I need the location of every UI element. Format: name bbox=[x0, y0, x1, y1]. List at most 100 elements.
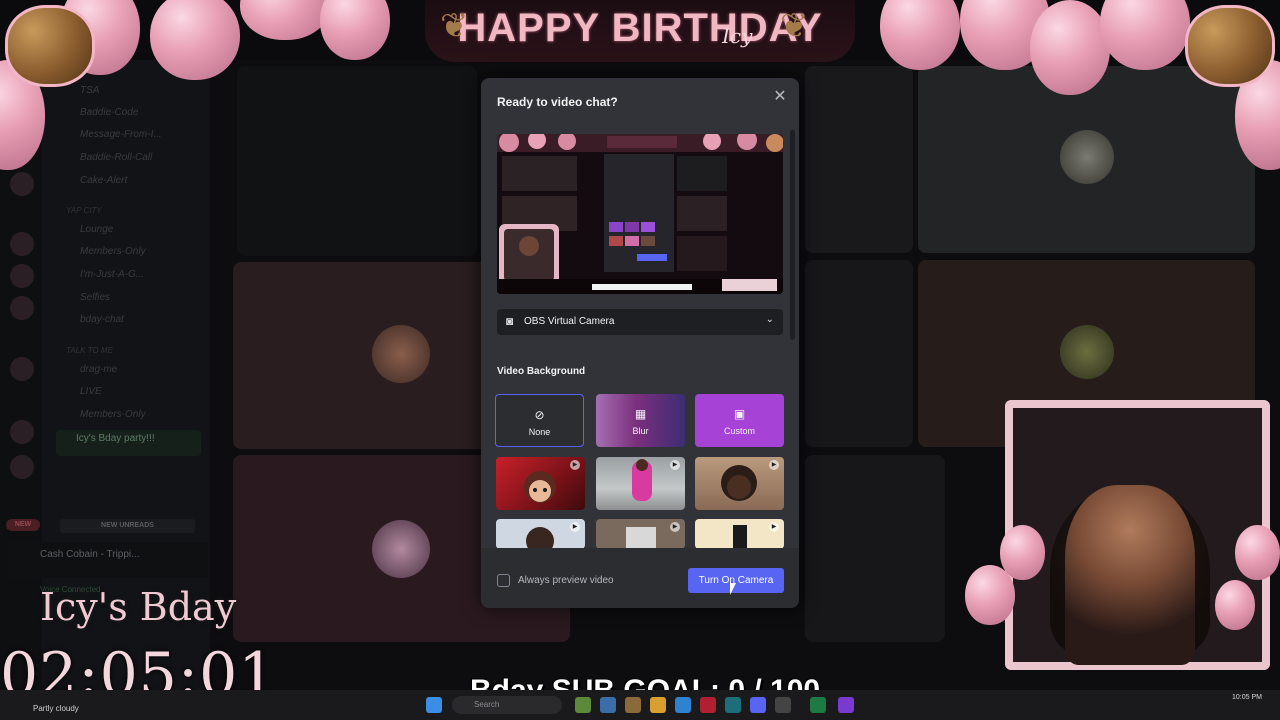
balloon-decoration bbox=[1235, 525, 1280, 580]
balloon-decoration bbox=[150, 0, 240, 80]
play-icon: ▶ bbox=[769, 522, 779, 532]
background-thumbnail[interactable]: ▶ bbox=[596, 457, 685, 510]
participant-avatar bbox=[1060, 325, 1114, 379]
balloon-decoration bbox=[240, 0, 330, 40]
camera-preview bbox=[497, 134, 783, 294]
camera-icon: ◙ bbox=[506, 314, 514, 328]
play-icon: ▶ bbox=[670, 460, 680, 470]
background-thumbnail[interactable]: ▶ bbox=[695, 457, 784, 510]
channel-item: Baddie-Code bbox=[80, 107, 139, 118]
video-tile bbox=[805, 260, 913, 447]
balloon-decoration bbox=[1000, 525, 1045, 580]
play-icon: ▶ bbox=[570, 460, 580, 470]
background-thumbnail[interactable]: ▶ bbox=[596, 519, 685, 549]
channel-category: YAP CITY bbox=[66, 206, 102, 215]
banner-signature: Icy bbox=[722, 24, 753, 48]
always-preview-checkbox[interactable] bbox=[497, 574, 510, 587]
channel-item: Selfies bbox=[80, 292, 111, 303]
camera-select[interactable]: ◙ OBS Virtual Camera ⌄ bbox=[497, 309, 783, 335]
background-option-label: Blur bbox=[632, 426, 649, 436]
leopard-heart-decoration bbox=[5, 5, 95, 87]
app-icon[interactable] bbox=[700, 697, 716, 713]
webcam-person bbox=[1065, 485, 1195, 665]
now-playing-panel bbox=[8, 542, 208, 578]
video-tile bbox=[805, 455, 945, 642]
browser-icon[interactable] bbox=[675, 697, 691, 713]
voice-channel-name: Icy's Bday party!!! bbox=[76, 433, 155, 444]
background-thumbnail[interactable]: ▶ bbox=[695, 519, 784, 549]
close-icon[interactable]: ✕ bbox=[771, 88, 789, 106]
background-thumbnail[interactable]: ▶ bbox=[496, 519, 585, 549]
channel-item: Lounge bbox=[80, 224, 114, 235]
play-icon: ▶ bbox=[570, 522, 580, 532]
channel-item: bday-chat bbox=[80, 314, 124, 325]
camera-select-value: OBS Virtual Camera bbox=[524, 316, 615, 327]
server-icon bbox=[10, 420, 34, 444]
server-icon bbox=[10, 232, 34, 256]
obs-icon[interactable] bbox=[775, 697, 791, 713]
video-background-label: Video Background bbox=[497, 366, 586, 377]
app-icon[interactable] bbox=[625, 697, 641, 713]
channel-item: drag-me bbox=[80, 364, 118, 375]
participant-avatar bbox=[372, 520, 430, 578]
stream-title: Icy's Bday bbox=[40, 585, 237, 629]
app-icon[interactable] bbox=[575, 697, 591, 713]
system-clock[interactable]: 10:05 PM bbox=[1232, 694, 1262, 701]
channel-item: I'm-Just-A-G... bbox=[80, 269, 145, 280]
turn-on-camera-button[interactable]: Turn On Camera bbox=[688, 568, 784, 593]
mouse-cursor-icon bbox=[730, 583, 736, 595]
screen-share-tile bbox=[237, 66, 477, 256]
balloon-decoration bbox=[1215, 580, 1255, 630]
channel-item: Cake-Alert bbox=[80, 175, 128, 186]
now-playing-title: Cash Cobain - Trippi... bbox=[40, 549, 140, 560]
video-tile bbox=[805, 66, 913, 253]
discord-icon[interactable] bbox=[750, 697, 766, 713]
new-unreads-bar: NEW UNREADS bbox=[60, 519, 195, 533]
participant-avatar bbox=[1060, 130, 1114, 184]
background-option-custom[interactable]: ▣ Custom bbox=[695, 394, 784, 447]
server-icon bbox=[10, 296, 34, 320]
server-icon bbox=[10, 357, 34, 381]
taskbar-search-placeholder: Search bbox=[474, 700, 500, 709]
app-icon[interactable] bbox=[725, 697, 741, 713]
chevron-down-icon: ⌄ bbox=[765, 314, 774, 325]
blur-icon: ▦ bbox=[634, 407, 647, 421]
background-option-label: None bbox=[528, 427, 551, 437]
weather-widget[interactable]: Partly cloudy bbox=[33, 704, 79, 713]
taskbar-search[interactable] bbox=[452, 696, 562, 714]
channel-item: Baddie-Roll-Call bbox=[80, 152, 153, 163]
preview-image bbox=[497, 134, 783, 294]
voice-channel-active: Icy's Bday party!!! bbox=[56, 430, 201, 456]
folder-icon[interactable] bbox=[650, 697, 666, 713]
app-icon[interactable] bbox=[838, 697, 854, 713]
modal-title: Ready to video chat? bbox=[497, 95, 618, 109]
app-icon[interactable] bbox=[600, 697, 616, 713]
video-chat-modal: Ready to video chat? ✕ ◙ OBS Virtual Cam… bbox=[481, 78, 799, 608]
channel-item: LIVE bbox=[80, 386, 102, 397]
app-icon[interactable] bbox=[810, 697, 826, 713]
play-icon: ▶ bbox=[769, 460, 779, 470]
server-icon bbox=[10, 264, 34, 288]
always-preview-label: Always preview video bbox=[518, 575, 614, 586]
participant-avatar bbox=[372, 325, 430, 383]
balloon-decoration bbox=[1030, 0, 1110, 95]
modal-scrollbar-thumb[interactable] bbox=[790, 130, 795, 340]
butterfly-icon: ❦ bbox=[780, 7, 809, 45]
none-icon: ⊘ bbox=[534, 408, 545, 422]
channel-item: Members-Only bbox=[80, 409, 146, 420]
play-icon: ▶ bbox=[670, 522, 680, 532]
channel-item: Message-From-I... bbox=[80, 129, 162, 140]
background-thumbnail[interactable]: ▶ bbox=[496, 457, 585, 510]
upload-image-icon: ▣ bbox=[733, 407, 746, 421]
channel-item: TSA bbox=[80, 85, 100, 96]
balloon-decoration bbox=[320, 0, 390, 60]
windows-start-icon[interactable] bbox=[426, 697, 442, 713]
background-option-blur[interactable]: ▦ Blur bbox=[596, 394, 685, 447]
leopard-heart-decoration bbox=[1185, 5, 1275, 87]
butterfly-icon: ❦ bbox=[440, 7, 469, 45]
stream-canvas: TSA Baddie-Code Message-From-I... Baddie… bbox=[0, 0, 1280, 720]
background-option-label: Custom bbox=[723, 426, 755, 436]
new-pill: NEW bbox=[6, 519, 40, 531]
background-option-none[interactable]: ⊘ None bbox=[495, 394, 584, 447]
channel-category: TALK TO ME bbox=[66, 346, 113, 355]
